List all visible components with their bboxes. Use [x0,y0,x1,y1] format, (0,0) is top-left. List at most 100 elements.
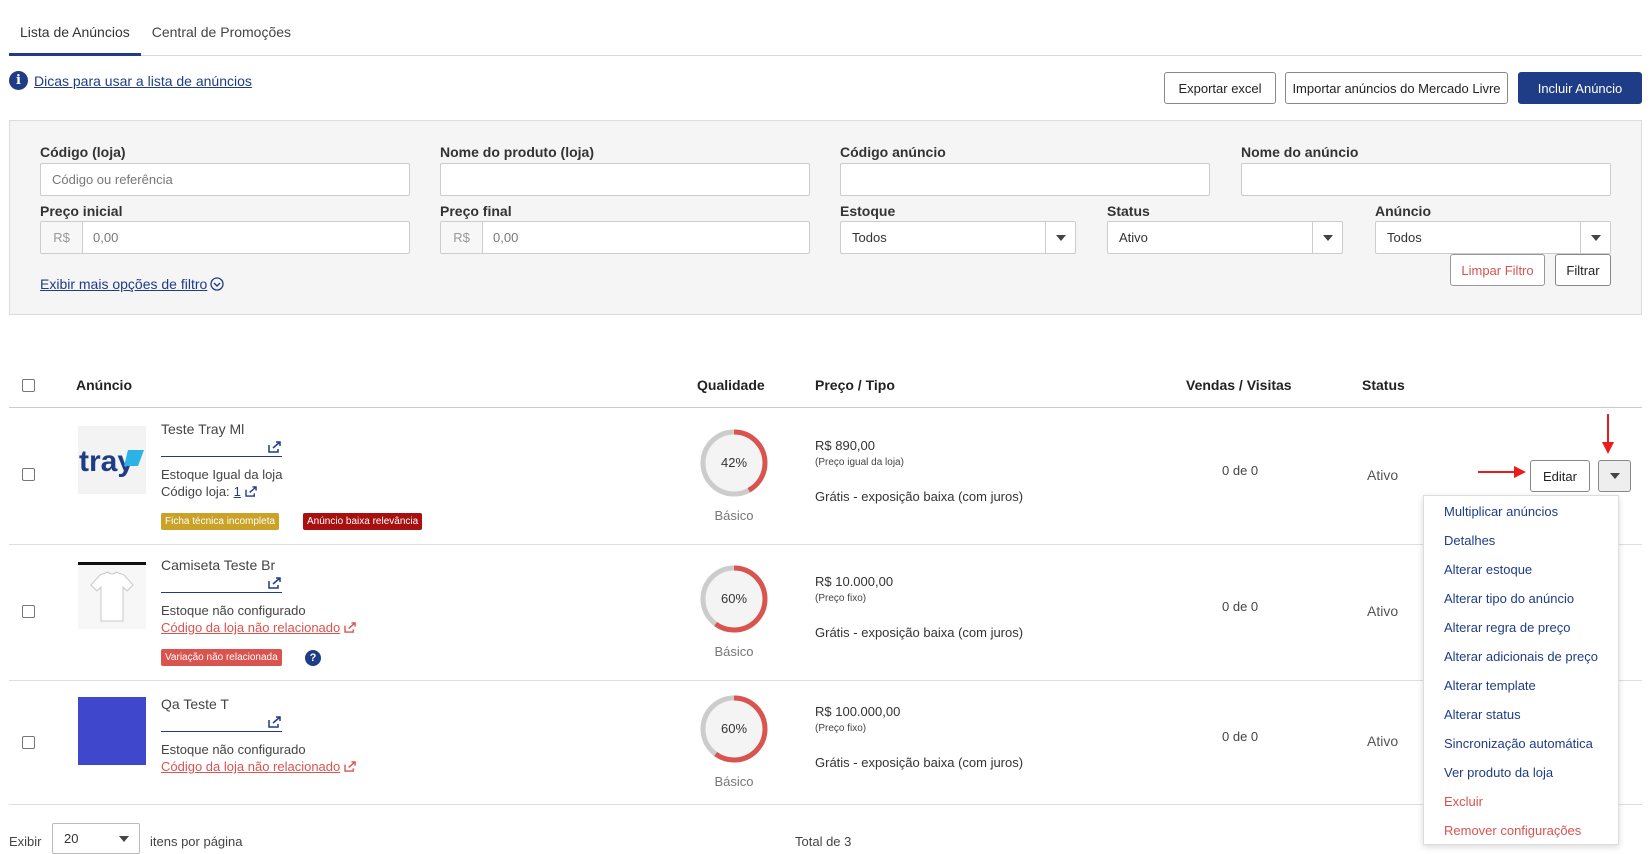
include-listing-button[interactable]: Incluir Anúncio [1518,72,1642,104]
chevron-down-icon [1580,222,1610,253]
price-rule: (Preço fixo) [815,723,867,734]
annotation-arrow-down-icon [1602,414,1614,454]
listing-name-input[interactable] [1241,163,1611,196]
price-value: R$ 10.000,00 [815,574,894,589]
select-all-checkbox[interactable] [22,379,35,392]
stock-select[interactable]: Todos [840,221,1076,254]
sales-visits: 0 de 0 [1222,729,1259,744]
menu-item-alterar-tipo[interactable]: Alterar tipo do anúncio [1444,591,1574,606]
tab-central-promocoes[interactable]: Central de Promoções [141,14,302,56]
listing-title[interactable]: Teste Tray Ml [161,421,244,437]
price-start-label: Preço inicial [40,203,123,219]
price-end-input[interactable]: R$ 0,00 [440,221,810,254]
stock-select-value: Todos [852,230,887,245]
product-thumbnail[interactable] [78,697,146,765]
store-code-warning[interactable]: Código da loja não relacionado [161,759,357,774]
menu-item-sincronizacao[interactable]: Sincronização automática [1444,736,1593,751]
edit-button[interactable]: Editar [1530,460,1590,492]
stock-label: Estoque [840,203,896,219]
listing-select-value: Todos [1387,230,1422,245]
store-code-info: Código loja: 1 [161,484,258,499]
menu-item-alterar-estoque[interactable]: Alterar estoque [1444,562,1532,577]
filter-panel: Código (loja) Código ou referência Nome … [9,120,1642,315]
menu-item-alterar-adicionais[interactable]: Alterar adicionais de preço [1444,649,1598,664]
listing-code-input[interactable] [840,163,1210,196]
tshirt-image [78,565,146,629]
menu-item-remover-config[interactable]: Remover configurações [1444,823,1581,838]
price-start-value: 0,00 [93,230,119,245]
title-underline [161,456,282,457]
quality-label: Básico [714,644,754,659]
row-divider [9,804,1642,805]
annotation-arrow-right-icon [1478,466,1526,478]
store-code-link[interactable]: 1 [234,484,241,499]
product-name-input[interactable] [440,163,810,196]
external-link-icon[interactable] [344,622,357,633]
sales-visits: 0 de 0 [1222,463,1259,478]
store-code-warning[interactable]: Código da loja não relacionado [161,620,357,635]
product-name-label: Nome do produto (loja) [440,144,594,160]
product-thumbnail[interactable] [78,562,146,630]
status-value: Ativo [1367,603,1399,619]
chevron-down-icon [1609,473,1620,479]
external-link-icon[interactable] [268,441,282,453]
external-link-icon[interactable] [344,761,357,772]
external-link-icon[interactable] [268,577,282,589]
store-code-input[interactable]: Código ou referência [40,163,410,196]
menu-item-alterar-regra-preco[interactable]: Alterar regra de preço [1444,620,1570,635]
quality-percent: 60% [720,591,748,606]
row-checkbox[interactable] [22,468,35,481]
export-excel-button[interactable]: Exportar excel [1164,72,1276,104]
store-code-label: Código loja: [161,484,230,499]
show-label: Exibir [9,834,42,849]
help-icon[interactable]: ? [305,650,321,666]
menu-item-excluir[interactable]: Excluir [1444,794,1483,809]
status-value: Ativo [1367,467,1399,483]
tab-lista-anuncios[interactable]: Lista de Anúncios [9,14,141,56]
external-link-icon[interactable] [268,716,282,728]
price-start-input[interactable]: R$ 0,00 [40,221,410,254]
store-code-warning-link[interactable]: Código da loja não relacionado [161,620,340,635]
store-code-warning-link[interactable]: Código da loja não relacionado [161,759,340,774]
menu-item-alterar-status[interactable]: Alterar status [1444,707,1521,722]
quality-percent: 42% [720,455,748,470]
price-end-label: Preço final [440,203,512,219]
listing-select[interactable]: Todos [1375,221,1611,254]
listing-title[interactable]: Camiseta Teste Br [161,557,275,573]
menu-item-multiplicar[interactable]: Multiplicar anúncios [1444,504,1558,519]
quality-percent: 60% [720,721,748,736]
status-select[interactable]: Ativo [1107,221,1343,254]
import-mercado-livre-button[interactable]: Importar anúncios do Mercado Livre [1285,72,1508,104]
tips-link[interactable]: Dicas para usar a lista de anúncios [34,73,252,89]
price-value: R$ 890,00 [815,438,875,453]
row-actions-toggle[interactable] [1598,460,1631,492]
row-actions-menu: Multiplicar anúncios Detalhes Alterar es… [1423,495,1619,845]
quality-label: Básico [714,508,754,523]
status-label: Status [1107,203,1150,219]
row-checkbox[interactable] [22,736,35,749]
tag-low-relevance: Anúncio baixa relevância [303,513,423,530]
listing-type: Grátis - exposição baixa (com juros) [815,489,1024,504]
menu-item-alterar-template[interactable]: Alterar template [1444,678,1536,693]
listing-title[interactable]: Qa Teste T [161,696,229,712]
clear-filter-button[interactable]: Limpar Filtro [1450,254,1545,286]
price-rule: (Preço igual da loja) [815,457,904,468]
title-underline [161,731,282,732]
listing-filter-label: Anúncio [1375,203,1431,219]
per-page-value: 20 [64,831,79,846]
external-link-icon[interactable] [245,486,258,497]
currency-prefix: R$ [441,222,483,253]
menu-item-detalhes[interactable]: Detalhes [1444,533,1495,548]
menu-item-ver-produto[interactable]: Ver produto da loja [1444,765,1553,780]
total-count: Total de 3 [795,834,852,849]
header-quality: Qualidade [697,377,765,393]
more-filters-link[interactable]: Exibir mais opções de filtro [40,276,224,292]
row-checkbox[interactable] [22,605,35,618]
listing-type: Grátis - exposição baixa (com juros) [815,755,1024,770]
more-filters-text[interactable]: Exibir mais opções de filtro [40,276,207,292]
filter-button[interactable]: Filtrar [1555,254,1611,286]
per-page-select[interactable]: 20 [52,823,140,854]
product-thumbnail[interactable]: tray [78,426,146,494]
title-underline [161,592,282,593]
status-select-value: Ativo [1119,230,1148,245]
